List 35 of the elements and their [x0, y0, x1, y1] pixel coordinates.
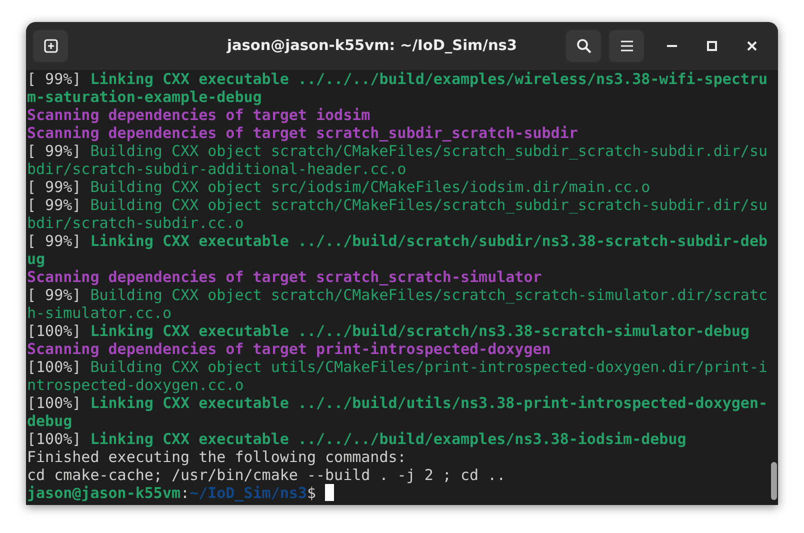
scrollbar-thumb[interactable]	[770, 462, 777, 500]
terminal-line: [ 99%] Linking CXX executable ../../build/scratch/subdir/ns3.38-scratch-subdir-deb	[27, 232, 768, 250]
terminal-line: cd cmake-cache; /usr/bin/cmake --build . -j 2 ; cd ..	[27, 466, 506, 484]
terminal-line: bdir/scratch-subdir-additional-header.cc.o	[27, 160, 406, 178]
terminal-line: [100%] Linking CXX executable ../../build/utils/ns3.38-print-introspected-doxygen-	[27, 394, 768, 412]
maximize-icon	[707, 41, 717, 51]
search-icon	[576, 38, 592, 54]
terminal-line: debug	[27, 412, 72, 430]
terminal-line: Scanning dependencies of target iodsim	[27, 106, 370, 124]
terminal-line: m-saturation-example-debug	[27, 88, 262, 106]
terminal-line: [100%] Building CXX object utils/CMakeFiles/print-introspected-doxygen.dir/print-i	[27, 358, 768, 376]
close-icon	[747, 41, 757, 51]
terminal-line: [ 99%] Building CXX object scratch/CMakeFiles/scratch_scratch-simulator.dir/scratc	[27, 286, 768, 304]
minimize-icon	[667, 45, 677, 47]
terminal-line: [ 99%] Linking CXX executable ../../../build/examples/wireless/ns3.38-wifi-spectru	[27, 70, 768, 88]
terminal-line: [100%] Linking CXX executable ../../../build/examples/ns3.38-iodsim-debug	[27, 430, 686, 448]
prompt-line: jason@jason-k55vm:~/IoD_Sim/ns3$	[27, 484, 317, 502]
terminal-line: [ 99%] Building CXX object src/iodsim/CMakeFiles/iodsim.dir/main.cc.o	[27, 178, 650, 196]
terminal-line: [100%] Linking CXX executable ../../build/scratch/ns3.38-scratch-simulator-debug	[27, 322, 750, 340]
new-tab-icon	[42, 38, 58, 54]
terminal-line: Scanning dependencies of target scratch_scratch-simulator	[27, 268, 542, 286]
terminal-line: Finished executing the following commands:	[27, 448, 406, 466]
terminal-line: [ 99%] Building CXX object scratch/CMakeFiles/scratch_subdir_scratch-subdir.dir/su	[27, 142, 768, 160]
terminal-line: Scanning dependencies of target scratch_subdir_scratch-subdir	[27, 124, 578, 142]
search-button[interactable]	[566, 30, 601, 62]
terminal-line: ntrospected-doxygen.cc.o	[27, 376, 244, 394]
terminal-line: bdir/scratch-subdir.cc.o	[27, 214, 244, 232]
menu-icon	[620, 40, 634, 52]
terminal-line: [ 99%] Building CXX object scratch/CMakeFiles/scratch_subdir_scratch-subdir.dir/su	[27, 196, 768, 214]
terminal-line: h-simulator.cc.o	[27, 304, 172, 322]
new-tab-button[interactable]	[33, 30, 68, 62]
window-title: jason@jason-k55vm: ~/IoD_Sim/ns3	[226, 38, 518, 54]
menu-button[interactable]	[609, 30, 644, 62]
terminal-line: Scanning dependencies of target print-introspected-doxygen	[27, 340, 551, 358]
terminal-line: ug	[27, 250, 46, 268]
